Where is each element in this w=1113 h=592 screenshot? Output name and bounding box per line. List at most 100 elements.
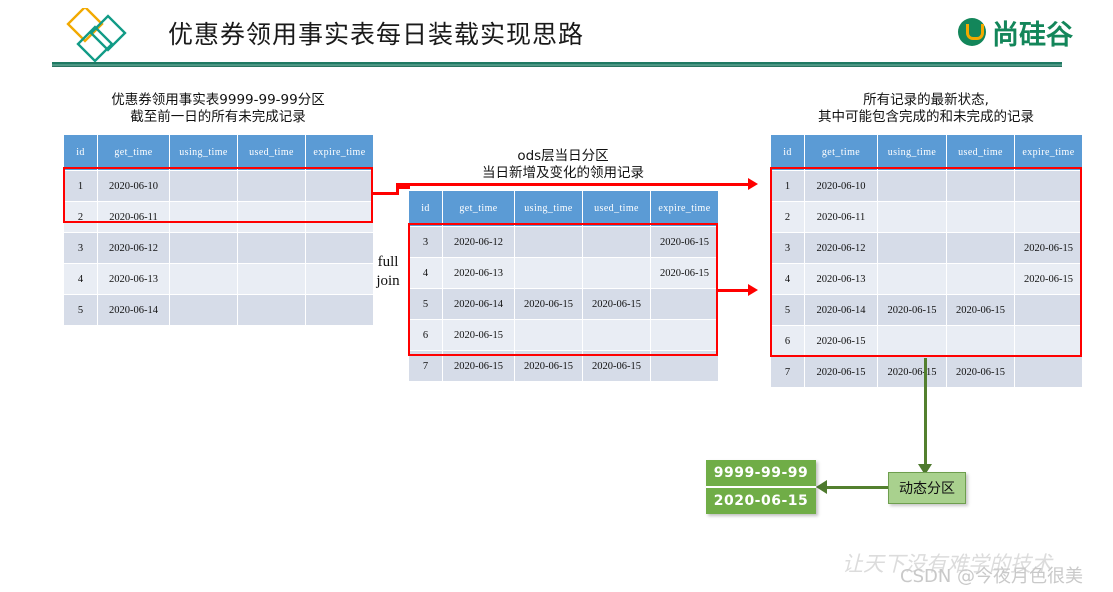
page-title: 优惠券领用事实表每日装载实现思路 [168, 20, 585, 49]
connector-left-to-middle-h2 [396, 186, 410, 189]
right-table-row: 4 2020-06-13 2020-06-15 [770, 263, 1083, 295]
right-table-body: 1 2020-06-10 2 2020-06-11 3 2020-06-12 2020-06… [770, 170, 1083, 388]
middle-table-cell-get-time: 2020-06-15 [442, 350, 515, 382]
slide-canvas: 优惠券领用事实表每日装载实现思路 尚硅谷 优惠券领用事实表9999-99-99分… [0, 0, 1113, 592]
watermark-csdn: CSDN @今夜月色很美 [900, 566, 1084, 587]
right-table-cell-expire-time [1014, 356, 1083, 388]
partition-stack: 9999-99-99 2020-06-15 [706, 460, 816, 514]
brand-name: 尚硅谷 [992, 19, 1073, 51]
middle-table-col-used-time: used_time [582, 190, 651, 227]
middle-table-cell-get-time: 2020-06-12 [442, 226, 515, 258]
left-table-cell-using-time [169, 263, 238, 295]
left-table-body: 1 2020-06-10 2 2020-06-11 3 2020-06-12 4 2020-0… [63, 170, 374, 326]
right-table-cell-id: 3 [770, 232, 805, 264]
left-table-cell-get-time: 2020-06-11 [97, 201, 170, 233]
left-table-col-used-time: used_time [237, 134, 306, 171]
left-table-cell-id: 1 [63, 170, 98, 202]
left-table-cell-get-time: 2020-06-13 [97, 263, 170, 295]
arrow-left-to-partitions [816, 480, 827, 494]
left-table-cell-expire-time [305, 294, 374, 326]
middle-table-cell-expire-time: 2020-06-15 [650, 257, 719, 289]
right-table-cell-id: 2 [770, 201, 805, 233]
middle-table-cell-id: 7 [408, 350, 443, 382]
header-divider [52, 62, 1062, 67]
right-table-cell-id: 1 [770, 170, 805, 202]
middle-table-row: 3 2020-06-12 2020-06-15 [408, 226, 719, 258]
partition-9999: 9999-99-99 [706, 460, 816, 486]
right-table-cell-using-time: 2020-06-15 [877, 294, 947, 326]
middle-table-cell-id: 6 [408, 319, 443, 351]
connector-middle-to-right [718, 289, 750, 292]
right-table-cell-get-time: 2020-06-12 [804, 232, 878, 264]
left-table-cell-id: 3 [63, 232, 98, 264]
partition-20200615: 2020-06-15 [706, 488, 816, 514]
right-table-row: 7 2020-06-15 2020-06-15 2020-06-15 [770, 356, 1083, 388]
right-table-cell-get-time: 2020-06-11 [804, 201, 878, 233]
left-table-cell-using-time [169, 201, 238, 233]
left-table-cell-expire-time [305, 170, 374, 202]
right-table-cell-id: 4 [770, 263, 805, 295]
left-table-cell-used-time [237, 232, 306, 264]
right-table-row: 3 2020-06-12 2020-06-15 [770, 232, 1083, 264]
middle-table-col-get-time: get_time [442, 190, 515, 227]
left-table-row: 4 2020-06-13 [63, 263, 374, 295]
left-table-cell-used-time [237, 294, 306, 326]
connector-left-to-middle-h1 [373, 192, 398, 195]
left-table-cell-using-time [169, 170, 238, 202]
right-table-cell-expire-time [1014, 294, 1083, 326]
left-table-row: 2 2020-06-11 [63, 201, 374, 233]
middle-table-row: 4 2020-06-13 2020-06-15 [408, 257, 719, 289]
right-table-row: 1 2020-06-10 [770, 170, 1083, 202]
arrow-to-right-row5 [748, 284, 758, 296]
middle-table-header-row: id get_time using_time used_time expire_time [408, 190, 719, 227]
left-table-cell-id: 2 [63, 201, 98, 233]
middle-table-row: 7 2020-06-15 2020-06-15 2020-06-15 [408, 350, 719, 382]
middle-table-cell-used-time [582, 226, 651, 258]
right-table-cell-used-time [946, 232, 1015, 264]
right-table-cell-used-time: 2020-06-15 [946, 294, 1015, 326]
middle-table-cell-expire-time [650, 319, 719, 351]
middle-table: id get_time using_time used_time expire_time… [408, 190, 719, 382]
green-connector-horizontal [826, 486, 888, 489]
green-connector-vertical [924, 358, 927, 466]
diamonds-logo [66, 8, 127, 63]
right-table-cell-expire-time [1014, 325, 1083, 357]
left-table-header-row: id get_time using_time used_time expire_time [63, 134, 374, 171]
right-table-cell-get-time: 2020-06-15 [804, 356, 878, 388]
right-table-cell-expire-time: 2020-06-15 [1014, 232, 1083, 264]
right-table-cell-id: 7 [770, 356, 805, 388]
middle-table-cell-id: 5 [408, 288, 443, 320]
right-table-col-id: id [770, 134, 805, 171]
right-table-cell-used-time [946, 170, 1015, 202]
middle-table-cell-using-time [514, 319, 583, 351]
middle-table-caption: ods层当日分区 当日新增及变化的领用记录 [482, 148, 644, 181]
middle-table-cell-expire-time [650, 350, 719, 382]
right-table-cell-used-time [946, 325, 1015, 357]
right-table-col-expire-time: expire_time [1014, 134, 1083, 171]
left-table-cell-used-time [237, 201, 306, 233]
right-table-cell-id: 6 [770, 325, 805, 357]
left-table-cell-get-time: 2020-06-12 [97, 232, 170, 264]
right-table-cell-expire-time [1014, 170, 1083, 202]
right-table-col-get-time: get_time [804, 134, 878, 171]
right-table-row: 6 2020-06-15 [770, 325, 1083, 357]
middle-table-col-expire-time: expire_time [650, 190, 719, 227]
left-table: id get_time using_time used_time expire_time… [63, 134, 374, 326]
slide-header: 优惠券领用事实表每日装载实现思路 尚硅谷 [0, 0, 1113, 72]
right-table-cell-using-time [877, 232, 947, 264]
left-table-cell-id: 4 [63, 263, 98, 295]
left-table-caption: 优惠券领用事实表9999-99-99分区 截至前一日的所有未完成记录 [111, 92, 325, 125]
left-table-col-get-time: get_time [97, 134, 170, 171]
middle-table-cell-id: 3 [408, 226, 443, 258]
right-table-caption: 所有记录的最新状态, 其中可能包含完成的和未完成的记录 [818, 92, 1034, 125]
left-table-cell-expire-time [305, 232, 374, 264]
right-table-row: 2 2020-06-11 [770, 201, 1083, 233]
connector-top-to-right [396, 183, 748, 186]
right-table-cell-get-time: 2020-06-13 [804, 263, 878, 295]
middle-table-body: 3 2020-06-12 2020-06-15 4 2020-06-13 2020-06-… [408, 226, 719, 382]
middle-table-row: 6 2020-06-15 [408, 319, 719, 351]
middle-table-col-using-time: using_time [514, 190, 583, 227]
right-table-cell-get-time: 2020-06-10 [804, 170, 878, 202]
right-table-cell-id: 5 [770, 294, 805, 326]
right-table-col-using-time: using_time [877, 134, 947, 171]
